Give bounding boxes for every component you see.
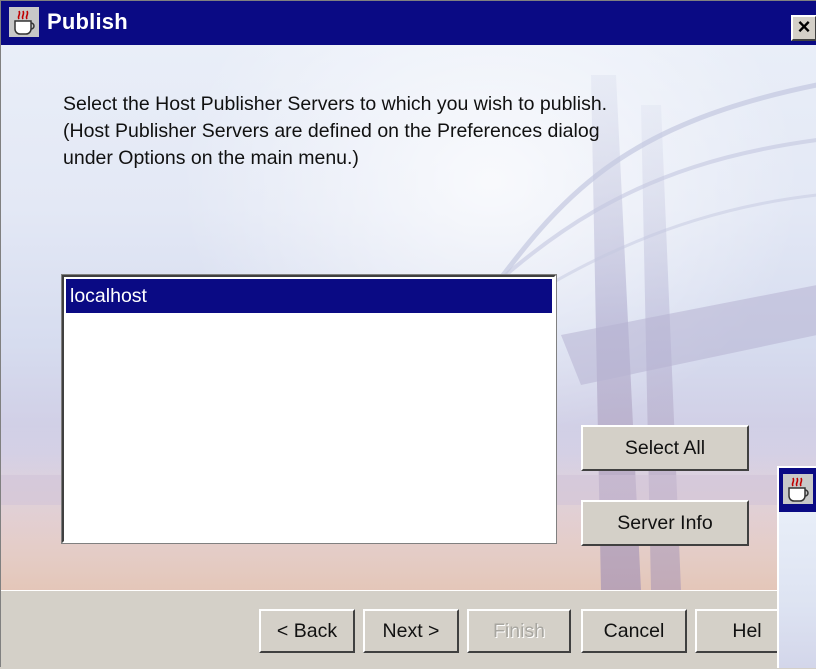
coffee-cup-icon: [783, 474, 813, 504]
back-button[interactable]: < Back: [259, 609, 355, 653]
overlapping-dialog-window[interactable]: [777, 466, 816, 668]
finish-button: Finish: [467, 609, 571, 653]
title-bar[interactable]: Publish ×: [1, 1, 816, 45]
window-title: Publish: [47, 9, 128, 34]
footer-button-bar: < Back Next > Finish Cancel Hel: [1, 590, 816, 669]
overlay-title-bar[interactable]: [779, 468, 816, 512]
instructions-text: Select the Host Publisher Servers to whi…: [63, 93, 608, 169]
server-listbox[interactable]: localhost: [61, 274, 557, 544]
close-button[interactable]: ×: [791, 15, 816, 41]
overlay-body: [779, 512, 816, 668]
cancel-button[interactable]: Cancel: [581, 609, 687, 653]
close-icon: ×: [797, 14, 811, 39]
list-item-localhost[interactable]: localhost: [66, 279, 552, 313]
server-info-button[interactable]: Server Info: [581, 500, 749, 546]
publish-dialog: Publish × Select the Host Publisher Serv…: [0, 0, 816, 669]
select-all-button[interactable]: Select All: [581, 425, 749, 471]
next-button[interactable]: Next >: [363, 609, 459, 653]
content-panel: Select the Host Publisher Servers to whi…: [1, 45, 816, 590]
coffee-cup-icon: [9, 7, 39, 37]
